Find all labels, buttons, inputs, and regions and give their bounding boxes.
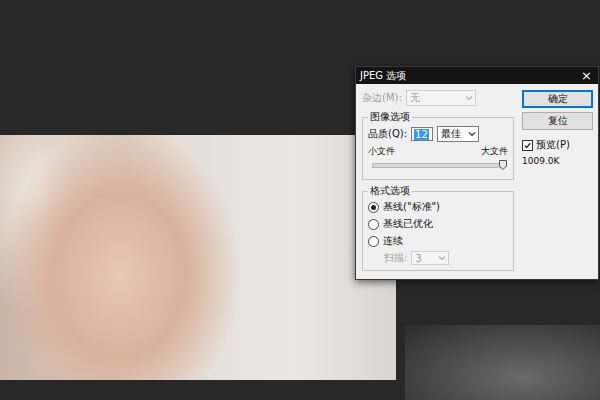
slider-thumb-icon[interactable] [499,160,507,170]
photo-canvas [0,135,396,380]
radio-button[interactable] [368,219,379,230]
dropdown-arrow-icon [465,95,473,101]
dialog-button[interactable]: 确定 [522,90,593,108]
actions-column: 确定复位预览(P) 1009.0K [522,90,593,271]
scans-select: 3 [411,251,449,265]
file-size: 1009.0K [522,156,593,166]
preview-checkbox[interactable]: 预览(P) [522,138,593,152]
close-button[interactable]: × [581,69,592,82]
scans-row: 扫描: 3 [368,251,508,265]
background-shade [405,325,600,400]
format-radio[interactable]: 连续 [368,234,508,248]
radio-button[interactable] [368,236,379,247]
checkbox[interactable] [522,140,533,151]
large-file-label: 大文件 [481,145,508,158]
check-icon [524,142,531,149]
quality-label: 品质(Q): [368,127,407,141]
dialog-body: 杂边(M): 无图像选项品质(Q): 12 最佳小文件 大文件格式选项基线("标准") 基… [356,84,598,279]
matte-select: 无 [406,90,476,106]
format-radio[interactable]: 基线("标准") [368,200,508,214]
options-column: 杂边(M): 无图像选项品质(Q): 12 最佳小文件 大文件格式选项基线("标准") 基… [362,90,514,271]
group-title: 格式选项 [368,184,412,198]
jpeg-options-dialog: JPEG 选项 × 杂边(M): 无图像选项品质(Q): 12 最佳小文件 大文件格式选项基… [355,66,599,280]
radio-button[interactable] [368,202,379,213]
title-bar: JPEG 选项 × [356,67,598,84]
quality-row: 品质(Q): 12 最佳 [368,126,508,142]
format-options-group: 格式选项基线("标准") 基线已优化连续扫描: 3 [362,184,514,271]
workspace: JPEG 选项 × 杂边(M): 无图像选项品质(Q): 12 最佳小文件 大文件格式选项基… [0,0,600,400]
format-radio[interactable]: 基线已优化 [368,217,508,231]
slider-labels: 小文件 大文件 [368,145,508,158]
group-title: 图像选项 [368,110,412,124]
quality-preset-select[interactable]: 最佳 [437,126,479,142]
image-options-group: 图像选项品质(Q): 12 最佳小文件 大文件 [362,110,514,180]
dropdown-arrow-icon [468,131,476,137]
matte-row: 杂边(M): 无 [362,90,514,106]
dialog-title: JPEG 选项 [360,69,406,83]
scans-label: 扫描: [384,251,407,265]
matte-label: 杂边(M): [362,91,402,105]
small-file-label: 小文件 [368,145,395,158]
quality-input[interactable]: 12 [411,127,433,141]
quality-slider[interactable] [372,163,504,168]
dropdown-arrow-icon [438,255,446,261]
dialog-button[interactable]: 复位 [522,112,593,130]
